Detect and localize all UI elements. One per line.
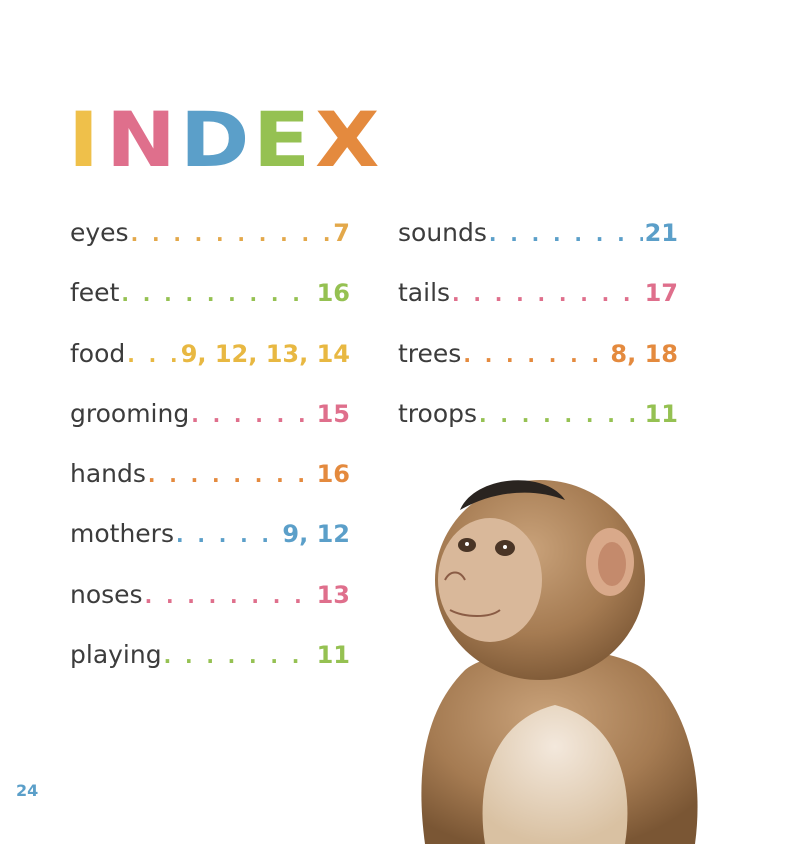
index-term: eyes xyxy=(70,218,129,247)
dot-leader: . . . . . . . . . . . . . . . . . . . . … xyxy=(488,222,643,246)
index-term: food xyxy=(70,338,126,368)
index-pages: 16 xyxy=(316,460,350,489)
dot-leader: . . . . . . . . . . . . . . . . . . . . … xyxy=(127,342,178,367)
index-term: feet xyxy=(70,278,120,308)
index-title: I N D E X xyxy=(68,100,382,180)
index-column-right: sounds. . . . . . . . . . . . . . . . . … xyxy=(398,218,678,459)
index-pages: 17 xyxy=(644,279,678,308)
index-term: mothers xyxy=(70,519,174,549)
index-pages: 7 xyxy=(333,219,350,247)
index-pages: 16 xyxy=(316,279,350,308)
index-entry: grooming. . . . . . . . . . . . . . . . … xyxy=(70,399,350,459)
index-column-left: eyes. . . . . . . . . . . . . . . . . . … xyxy=(70,218,350,700)
index-pages: 9, 12, 13, 14 xyxy=(180,339,350,368)
title-letter: I xyxy=(68,95,102,184)
index-term: trees xyxy=(398,338,462,368)
index-term: sounds xyxy=(398,218,487,247)
dot-leader: . . . . . . . . . . . . . . . . . . . . … xyxy=(144,583,315,608)
title-letter: D xyxy=(179,95,252,184)
index-entry: sounds. . . . . . . . . . . . . . . . . … xyxy=(398,218,678,278)
index-term: playing xyxy=(70,640,162,670)
title-letter: N xyxy=(106,95,179,184)
dot-leader: . . . . . . . . . . . . . . . . . . . . … xyxy=(175,523,280,548)
dot-leader: . . . . . . . . . . . . . . . . . . . . … xyxy=(191,402,314,427)
index-term: noses xyxy=(70,579,143,609)
dot-leader: . . . . . . . . . . . . . . . . . . . . … xyxy=(147,463,315,488)
dot-leader: . . . . . . . . . . . . . . . . . . . . … xyxy=(121,282,314,307)
title-letter: E xyxy=(252,95,313,184)
dot-leader: . . . . . . . . . . . . . . . . . . . . … xyxy=(130,222,332,246)
index-entry: troops. . . . . . . . . . . . . . . . . … xyxy=(398,399,678,459)
index-pages: 13 xyxy=(316,580,350,609)
index-pages: 8, 18 xyxy=(610,339,678,368)
index-term: tails xyxy=(398,278,451,308)
dot-leader: . . . . . . . . . . . . . . . . . . . . … xyxy=(479,402,643,427)
index-term: troops xyxy=(398,398,478,428)
index-entry: feet. . . . . . . . . . . . . . . . . . … xyxy=(70,278,350,338)
index-entry: tails. . . . . . . . . . . . . . . . . .… xyxy=(398,278,678,338)
dot-leader: . . . . . . . . . . . . . . . . . . . . … xyxy=(452,282,643,307)
index-pages: 15 xyxy=(316,399,350,428)
index-pages: 9, 12 xyxy=(282,520,350,549)
dot-leader: . . . . . . . . . . . . . . . . . . . . … xyxy=(463,342,608,367)
index-term: hands xyxy=(70,459,146,489)
index-entry: eyes. . . . . . . . . . . . . . . . . . … xyxy=(70,218,350,278)
monkey-photo xyxy=(421,480,698,844)
index-entry: noses. . . . . . . . . . . . . . . . . .… xyxy=(70,580,350,640)
index-entry: playing. . . . . . . . . . . . . . . . .… xyxy=(70,640,350,700)
title-letter: X xyxy=(314,95,382,184)
index-pages: 11 xyxy=(644,399,678,428)
index-entry: food. . . . . . . . . . . . . . . . . . … xyxy=(70,339,350,399)
index-term: grooming xyxy=(70,398,190,428)
index-entry: mothers. . . . . . . . . . . . . . . . .… xyxy=(70,519,350,579)
index-pages: 21 xyxy=(644,219,678,247)
index-entry: hands. . . . . . . . . . . . . . . . . .… xyxy=(70,459,350,519)
page-number: 24 xyxy=(16,781,39,800)
index-entry: trees. . . . . . . . . . . . . . . . . .… xyxy=(398,339,678,399)
dot-leader: . . . . . . . . . . . . . . . . . . . . … xyxy=(163,644,315,669)
index-pages: 11 xyxy=(316,641,350,670)
